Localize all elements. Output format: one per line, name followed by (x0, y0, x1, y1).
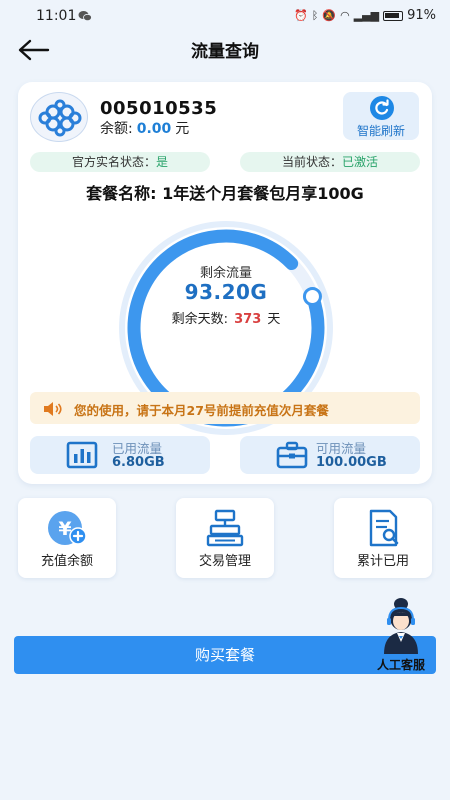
page-title: 流量查询 (191, 42, 259, 62)
balance: 余额: 0.00 元 (100, 118, 189, 138)
yuan-add-icon: ¥ (48, 511, 87, 545)
remaining-days-label: 剩余天数: (171, 312, 228, 327)
current-status-badge: 当前状态：已激活 (240, 152, 420, 172)
realname-status-badge: 官方实名状态：是 (30, 152, 210, 172)
smart-refresh-label: 智能刷新 (356, 124, 405, 138)
current-status-label: 当前状态： (281, 155, 342, 169)
bar-chart-icon (66, 441, 98, 469)
smart-refresh-button[interactable]: 智能刷新 (343, 92, 419, 140)
wifi-icon: ◠ (340, 9, 350, 22)
wechat-icon (78, 11, 92, 22)
realname-label: 官方实名状态： (71, 155, 156, 169)
remaining-data-label: 剩余流量 (199, 266, 252, 281)
speaker-icon (44, 402, 62, 416)
notice-text: 您的使用，请于本月27号前提前充值次月套餐 (74, 403, 329, 418)
available-data-stat[interactable]: 可用流量 100.00GB (240, 436, 420, 474)
current-status-value: 已激活 (342, 155, 379, 169)
recharge-balance-button[interactable]: ¥ 充值余额 (18, 498, 116, 578)
document-search-icon (369, 509, 399, 547)
briefcase-icon (276, 441, 308, 469)
signal-icon: ▂▄▆ (353, 9, 380, 22)
header: 流量查询 (0, 34, 450, 78)
balance-label: 余额: (100, 121, 133, 137)
battery-percent: 91% (407, 8, 436, 23)
notice-banner: 您的使用，请于本月27号前提前充值次月套餐 (30, 392, 420, 424)
used-data-value: 6.80GB (112, 455, 165, 470)
alarm-icon: ⏰ (294, 9, 308, 22)
balance-unit: 元 (175, 121, 190, 137)
china-unicom-knot-icon (38, 99, 82, 137)
customer-service-label: 人工客服 (376, 658, 425, 672)
used-data-stat[interactable]: 已用流量 6.80GB (30, 436, 210, 474)
battery-icon (383, 10, 404, 21)
status-icons: ⏰ ᛒ 🔕 ◠ ▂▄▆ 91% (294, 8, 436, 23)
remaining-days: 剩余天数: 373 天 (118, 308, 334, 327)
transaction-management-label: 交易管理 (198, 554, 251, 569)
refresh-icon (370, 96, 394, 120)
status-bar: 11:01 ⏰ ᛒ 🔕 ◠ ▂▄▆ 91% (0, 0, 450, 34)
remaining-days-unit: 天 (267, 312, 281, 327)
balance-value: 0.00 (136, 121, 172, 137)
remaining-data-value: 93.20G (184, 280, 268, 304)
recharge-balance-label: 充值余额 (40, 554, 93, 569)
transaction-management-button[interactable]: 交易管理 (176, 498, 274, 578)
cumulative-usage-label: 累计已用 (356, 554, 409, 569)
cumulative-usage-button[interactable]: 累计已用 (334, 498, 432, 578)
available-data-value: 100.00GB (316, 455, 387, 470)
realname-value: 是 (156, 155, 169, 169)
mute-icon: 🔕 (322, 9, 337, 22)
data-usage-card: 005010535 余额: 0.00 元 智能刷新 官方实名状态：是 当前状态：已激… (18, 82, 432, 484)
phone-number: 005010535 (100, 98, 218, 119)
customer-service-agent-icon (384, 598, 418, 654)
remaining-days-value: 373 (234, 312, 262, 327)
package-name: 套餐名称: 1年送个月套餐包月享100G (86, 184, 364, 203)
bluetooth-icon: ᛒ (311, 9, 319, 22)
customer-service-button[interactable]: 人工客服 (370, 596, 432, 676)
server-stack-icon (206, 509, 244, 547)
status-time: 11:01 (36, 8, 77, 24)
carrier-logo (30, 92, 88, 142)
